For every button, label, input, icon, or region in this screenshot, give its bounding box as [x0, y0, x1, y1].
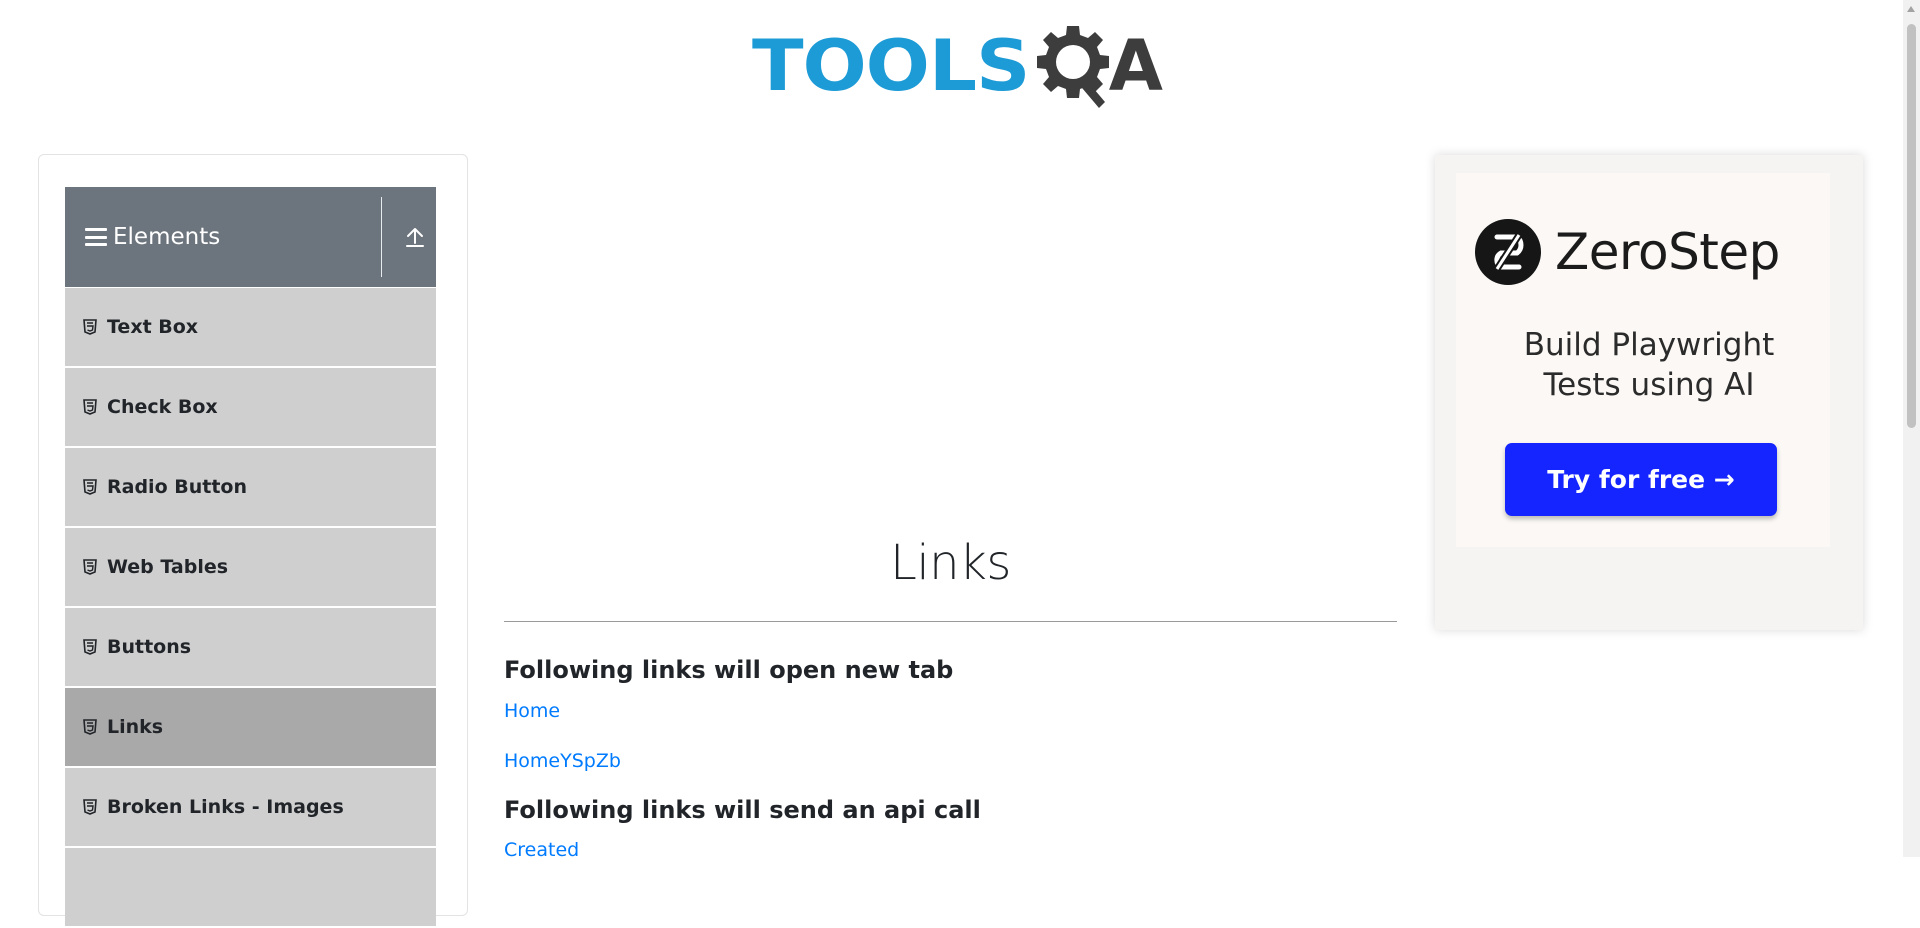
gear-magnifier-icon — [1036, 25, 1109, 108]
sidebar-item-check-box[interactable]: Check Box — [65, 368, 436, 446]
sidebar-item-label: Check Box — [107, 396, 218, 418]
scroll-up-arrow-icon[interactable] — [1907, 6, 1915, 12]
html5-icon — [83, 399, 97, 415]
elements-menu-list: Text Box Check Box Radio Button Web Tabl… — [65, 288, 436, 928]
group-title: Elements — [113, 224, 221, 250]
html5-icon — [83, 639, 97, 655]
sidebar-item-web-tables[interactable]: Web Tables — [65, 528, 436, 606]
logo-qa: A — [1033, 20, 1163, 112]
elements-group-header[interactable]: Elements — [65, 187, 436, 287]
dynamic-home-link[interactable]: HomeYSpZb — [504, 750, 621, 772]
sidebar-item-label: Text Box — [107, 316, 199, 338]
toolsqa-logo[interactable]: TOOLS A — [752, 18, 1163, 113]
ad-brand: ZeroStep — [1475, 219, 1780, 285]
ad-tagline-line2: Tests using AI — [1543, 367, 1755, 403]
created-link[interactable]: Created — [504, 839, 579, 861]
ad-tagline-line1: Build Playwright — [1523, 327, 1775, 363]
sidebar-item-label: Web Tables — [107, 556, 229, 578]
html5-icon — [83, 479, 97, 495]
ad-tagline: Build Playwright Tests using AI — [1435, 325, 1863, 405]
sidebar: Elements Text Box Check Box Radio Button… — [38, 154, 468, 926]
sidebar-item-text-box[interactable]: Text Box — [65, 288, 436, 366]
page-scrollbar[interactable] — [1903, 0, 1920, 857]
html5-icon — [83, 799, 97, 815]
home-link[interactable]: Home — [504, 700, 560, 722]
section-heading-new-tab: Following links will open new tab — [504, 656, 954, 684]
html5-icon — [83, 559, 97, 575]
html5-icon — [83, 719, 97, 735]
sidebar-item-label: Buttons — [107, 636, 192, 658]
logo-text-tools: TOOLS — [752, 24, 1030, 107]
sidebar-item-buttons[interactable]: Buttons — [65, 608, 436, 686]
sidebar-item-label: Links — [107, 716, 164, 738]
hamburger-icon — [85, 228, 107, 246]
sidebar-item-label: Broken Links - Images — [107, 796, 344, 818]
zerostep-ad[interactable]: ZeroStep Build Playwright Tests using AI… — [1435, 155, 1863, 630]
sidebar-item-broken-links[interactable]: Broken Links - Images — [65, 768, 436, 846]
ad-brand-name: ZeroStep — [1555, 223, 1780, 281]
zerostep-logo-icon — [1475, 219, 1541, 285]
sidebar-item-radio-button[interactable]: Radio Button — [65, 448, 436, 526]
scrollbar-thumb[interactable] — [1907, 24, 1916, 428]
page-title: Links — [890, 535, 1011, 591]
logo-text-a: A — [1108, 24, 1163, 107]
header-divider — [381, 197, 382, 277]
sidebar-item-links[interactable]: Links — [65, 688, 436, 766]
title-divider — [504, 621, 1397, 622]
html5-icon — [83, 319, 97, 335]
sidebar-item-partial[interactable] — [65, 848, 436, 926]
collapse-upload-icon[interactable] — [404, 225, 426, 249]
try-for-free-button[interactable]: Try for free → — [1505, 443, 1777, 516]
sidebar-item-label: Radio Button — [107, 476, 247, 498]
section-heading-api-call: Following links will send an api call — [504, 796, 981, 824]
